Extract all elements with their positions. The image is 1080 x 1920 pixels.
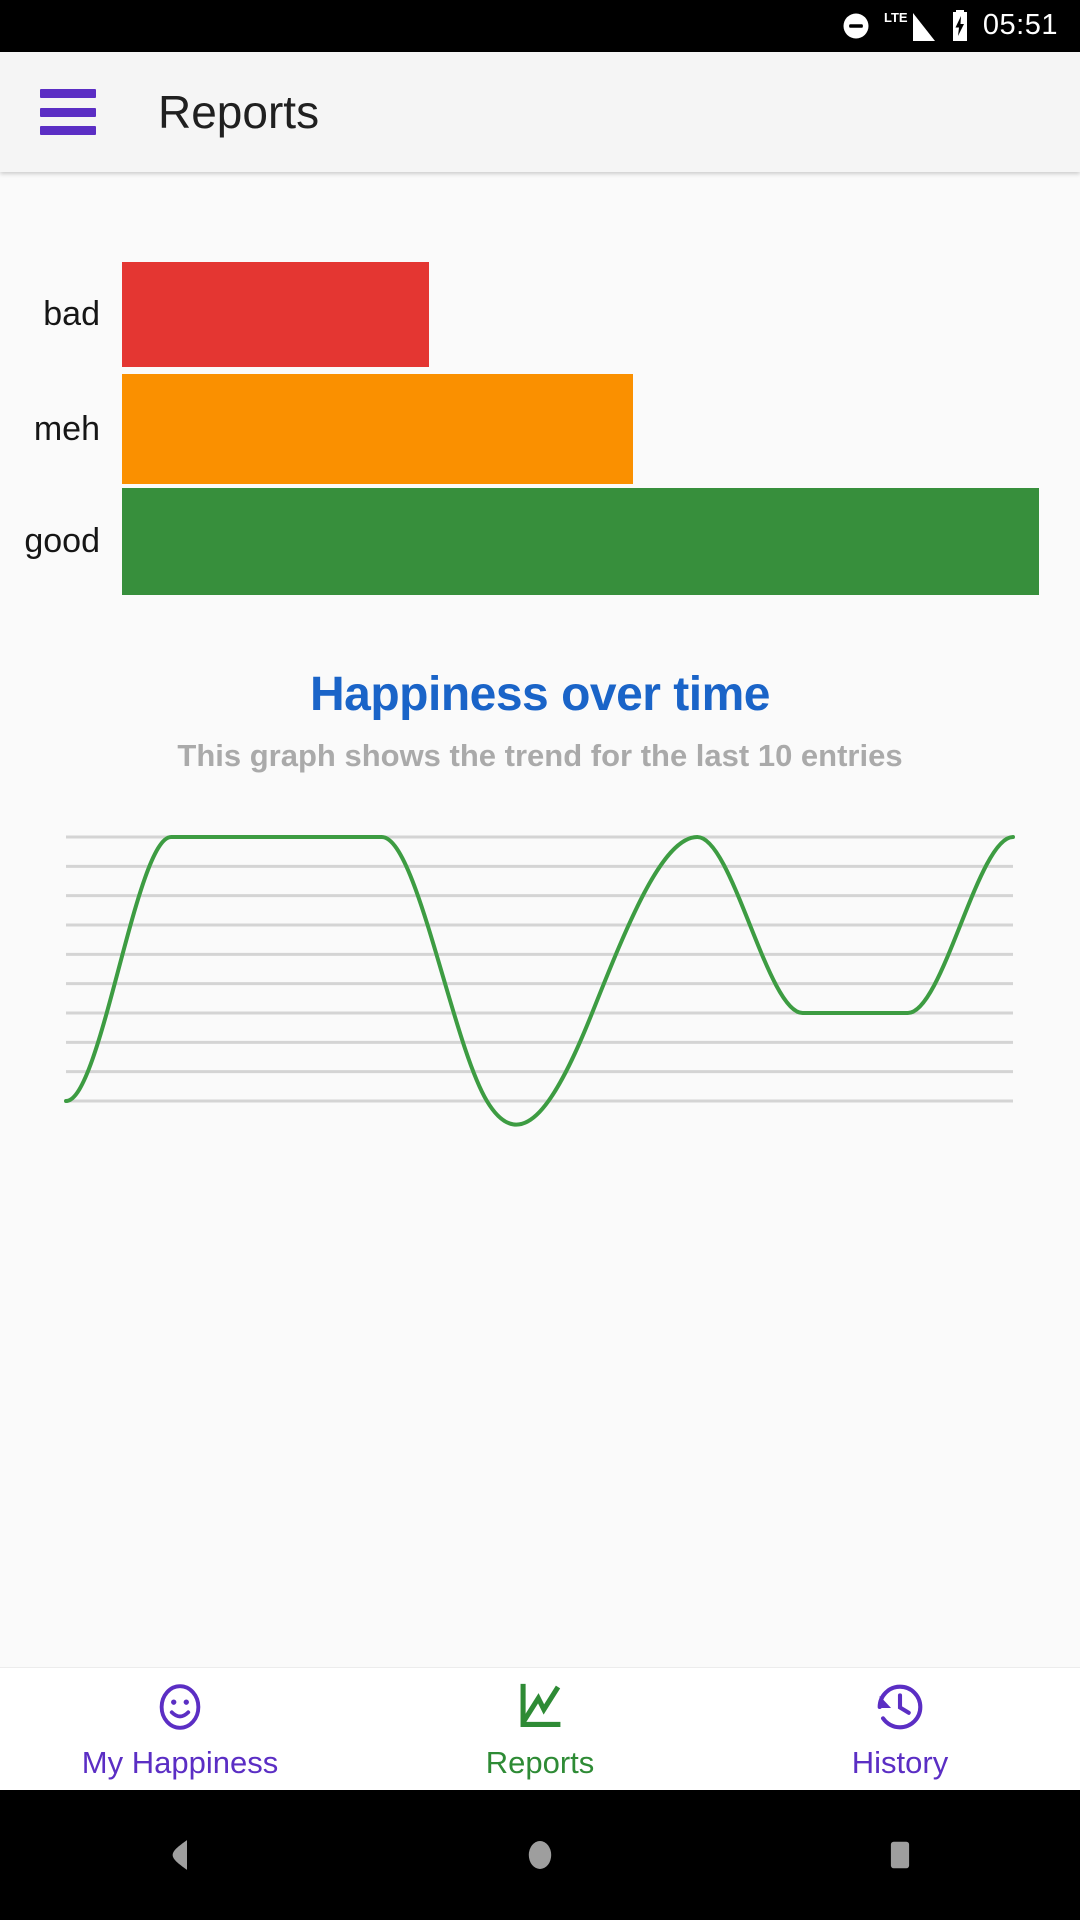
chart-title: Happiness over time — [310, 668, 771, 721]
nav-label-history: History — [851, 1744, 949, 1780]
nav-tab-my-happiness[interactable]: My Happiness — [0, 1668, 360, 1790]
page-title: Reports — [158, 86, 320, 138]
android-navigation-bar — [0, 1790, 1080, 1920]
bar-row-bad: bad — [0, 262, 1080, 367]
hamburger-menu-icon[interactable] — [40, 89, 96, 135]
bar-meh — [122, 374, 633, 484]
content-area: bad meh good Happiness over time This gr… — [0, 172, 1080, 1667]
battery-charging-icon — [949, 9, 971, 43]
chart-subtitle: This graph shows the trend for the last … — [177, 738, 903, 773]
bar-bad — [122, 262, 429, 367]
trend-line — [64, 835, 1015, 1127]
recents-button[interactable] — [720, 1834, 1080, 1876]
nav-label-my-happiness: My Happiness — [81, 1744, 279, 1780]
back-button[interactable] — [0, 1834, 360, 1876]
line-chart-svg — [64, 835, 1015, 1127]
line-chart-icon — [511, 1678, 569, 1736]
lte-signal-icon: LTE — [883, 9, 937, 43]
chart-gridlines — [66, 835, 1013, 1103]
mood-summary-bar-chart: bad meh good — [0, 172, 1080, 632]
happiness-line-chart — [0, 827, 1080, 1127]
do-not-disturb-icon — [841, 11, 871, 41]
smiley-face-icon — [151, 1678, 209, 1736]
app-bar: Reports — [0, 52, 1080, 172]
status-bar: LTE 05:51 — [0, 0, 1080, 52]
home-button[interactable] — [360, 1834, 720, 1876]
lte-label: LTE — [884, 10, 908, 25]
status-clock: 05:51 — [982, 8, 1058, 41]
history-clock-icon — [871, 1678, 929, 1736]
bar-label-good: good — [24, 522, 100, 560]
bottom-navigation: My Happiness Reports History — [0, 1667, 1080, 1790]
nav-label-reports: Reports — [485, 1744, 595, 1780]
bar-row-meh: meh — [0, 374, 1080, 484]
bar-label-meh: meh — [33, 409, 100, 448]
chart-heading: Happiness over time This graph shows the… — [0, 667, 1080, 774]
nav-tab-reports[interactable]: Reports — [360, 1668, 720, 1790]
bar-good — [122, 488, 1039, 595]
bar-label-bad: bad — [43, 295, 100, 333]
bar-row-good: good — [0, 488, 1080, 595]
nav-tab-history[interactable]: History — [720, 1668, 1080, 1790]
